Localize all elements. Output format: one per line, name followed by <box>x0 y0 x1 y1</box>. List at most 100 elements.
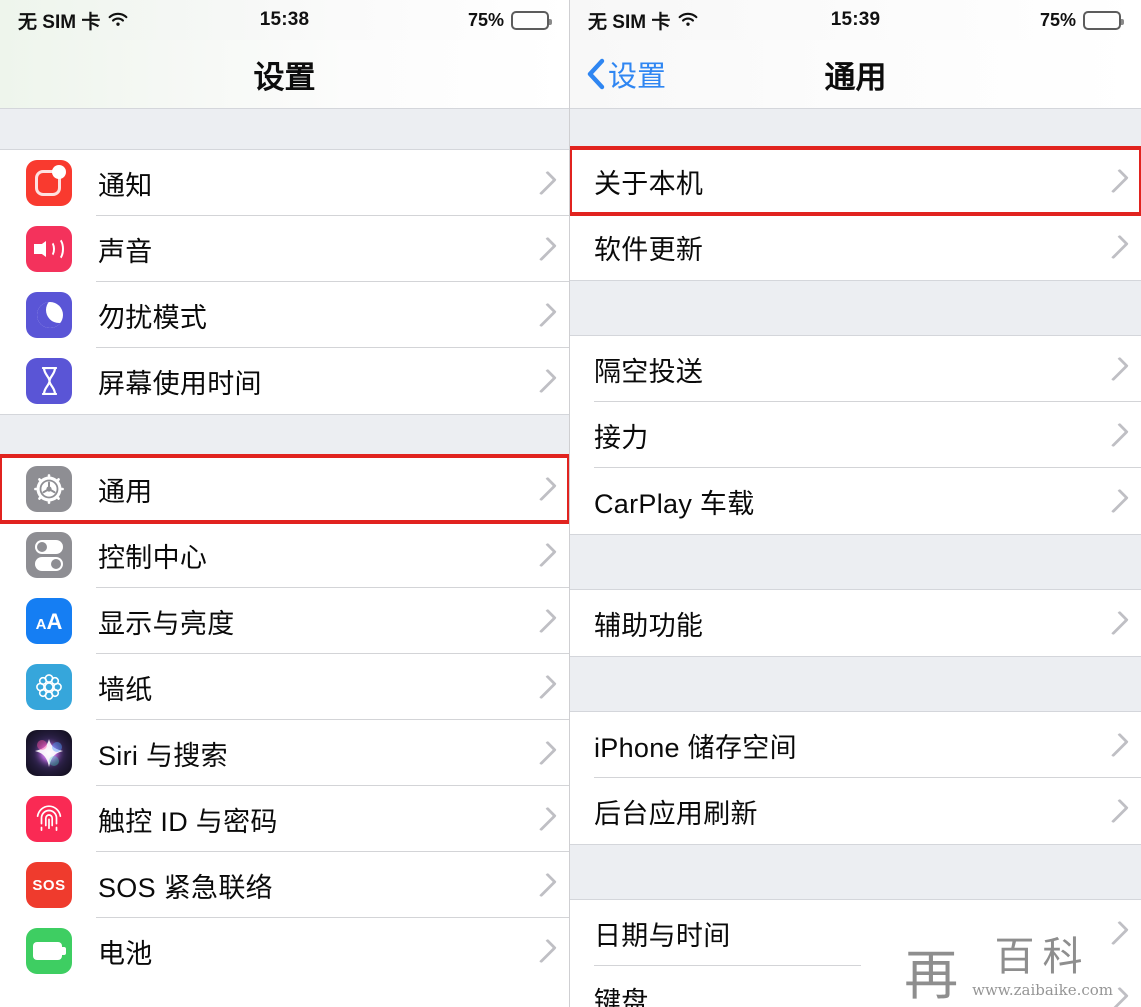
status-bar-right-group: 75% <box>467 9 552 31</box>
chevron-right-icon <box>1104 732 1129 758</box>
sidebar-item-wallpaper[interactable]: 墙纸 <box>0 654 569 720</box>
sidebar-item-siri-search[interactable]: Siri 与搜索 <box>0 720 569 786</box>
row-label: 墙纸 <box>98 674 153 705</box>
row-label: 通知 <box>98 170 153 201</box>
row-label: 声音 <box>98 236 153 267</box>
general-screen: 无 SIM 卡 15:39 75% 设置 通用 关于本机 软件更新 隔空投送 接… <box>570 0 1141 1007</box>
chevron-right-icon <box>532 674 557 700</box>
sidebar-item-control-center[interactable]: 控制中心 <box>0 522 569 588</box>
nav-bar-right: 设置 通用 <box>570 40 1141 108</box>
settings-group-2: 通用 控制中心 AA 显示与亮度 墙纸 Siri 与搜索 触控 ID 与密码 S… <box>0 454 569 984</box>
battery-icon <box>1083 10 1124 30</box>
general-group-5: 日期与时间 键盘 <box>570 900 1141 1007</box>
row-label: 屏幕使用时间 <box>98 368 262 399</box>
list-item-software-update[interactable]: 软件更新 <box>570 214 1141 280</box>
group-gap <box>0 108 569 150</box>
chevron-right-icon <box>532 236 557 262</box>
row-label: 日期与时间 <box>594 920 731 951</box>
chevron-right-icon <box>532 872 557 898</box>
control-center-icon <box>26 532 72 578</box>
battery-percent-label: 75% <box>467 9 504 30</box>
row-label: SOS 紧急联络 <box>98 872 273 903</box>
sidebar-item-general[interactable]: 通用 <box>0 454 569 524</box>
general-group-1: 关于本机 软件更新 <box>570 146 1141 280</box>
chevron-right-icon <box>532 368 557 394</box>
battery-icon <box>511 10 552 30</box>
chevron-right-icon <box>532 542 557 568</box>
sidebar-item-do-not-disturb[interactable]: 勿扰模式 <box>0 282 569 348</box>
group-gap <box>570 280 1141 336</box>
row-label: iPhone 储存空间 <box>594 732 797 763</box>
sidebar-item-sos[interactable]: SOS SOS 紧急联络 <box>0 852 569 918</box>
row-label: 勿扰模式 <box>98 302 208 333</box>
group-gap <box>570 656 1141 712</box>
nav-bar-left: 设置 <box>0 40 569 108</box>
group-gap <box>570 844 1141 900</box>
wallpaper-icon <box>26 664 72 710</box>
battery-app-icon <box>26 928 72 974</box>
chevron-right-icon <box>532 938 557 964</box>
row-label: 隔空投送 <box>594 356 704 387</box>
sidebar-item-battery[interactable]: 电池 <box>0 918 569 984</box>
battery-percent-label: 75% <box>1039 9 1076 30</box>
row-label: 关于本机 <box>594 168 704 199</box>
sidebar-item-display-brightness[interactable]: AA 显示与亮度 <box>0 588 569 654</box>
sos-icon: SOS <box>26 862 72 908</box>
row-label: CarPlay 车载 <box>594 488 755 519</box>
general-group-3: 辅助功能 <box>570 590 1141 656</box>
row-label: Siri 与搜索 <box>98 740 228 771</box>
general-group-4: iPhone 储存空间 后台应用刷新 <box>570 712 1141 844</box>
sidebar-item-screen-time[interactable]: 屏幕使用时间 <box>0 348 569 414</box>
row-label: 显示与亮度 <box>98 608 235 639</box>
status-bar-right-group: 75% <box>1039 9 1124 31</box>
sidebar-item-sounds[interactable]: 声音 <box>0 216 569 282</box>
back-button[interactable]: 设置 <box>586 53 666 95</box>
row-label: 触控 ID 与密码 <box>98 806 278 837</box>
list-item-keyboard[interactable]: 键盘 <box>570 966 1141 1007</box>
status-bar-right: 无 SIM 卡 15:39 75% <box>570 0 1141 40</box>
general-group-2: 隔空投送 接力 CarPlay 车载 <box>570 336 1141 534</box>
row-label: 软件更新 <box>594 234 704 265</box>
do-not-disturb-icon <box>26 292 72 338</box>
chevron-left-icon <box>587 58 605 90</box>
sounds-icon <box>26 226 72 272</box>
row-label: 键盘 <box>594 986 649 1007</box>
list-item-background-app-refresh[interactable]: 后台应用刷新 <box>570 778 1141 844</box>
sidebar-item-touch-id-passcode[interactable]: 触控 ID 与密码 <box>0 786 569 852</box>
row-label: 辅助功能 <box>594 610 704 641</box>
list-item-about[interactable]: 关于本机 <box>570 146 1141 216</box>
row-label: 通用 <box>98 476 153 507</box>
chevron-right-icon <box>532 806 557 832</box>
list-item-accessibility[interactable]: 辅助功能 <box>570 590 1141 656</box>
sidebar-item-notifications[interactable]: 通知 <box>0 150 569 216</box>
chevron-right-icon <box>1104 798 1129 824</box>
chevron-right-icon <box>532 476 557 502</box>
chevron-right-icon <box>1104 920 1129 946</box>
display-brightness-icon: AA <box>26 598 72 644</box>
list-item-iphone-storage[interactable]: iPhone 储存空间 <box>570 712 1141 778</box>
general-gear-icon <box>26 466 72 512</box>
chevron-right-icon <box>532 740 557 766</box>
row-label: 电池 <box>98 938 153 969</box>
chevron-right-icon <box>1104 356 1129 382</box>
group-gap <box>570 534 1141 590</box>
chevron-right-icon <box>1104 488 1129 514</box>
back-button-label: 设置 <box>608 61 667 93</box>
chevron-right-icon <box>532 302 557 328</box>
list-item-airdrop[interactable]: 隔空投送 <box>570 336 1141 402</box>
page-title: 设置 <box>253 59 316 95</box>
status-bar-left: 无 SIM 卡 15:38 75% <box>0 0 569 40</box>
group-gap <box>0 414 569 456</box>
notifications-icon <box>26 160 72 206</box>
chevron-right-icon <box>1104 168 1129 194</box>
row-label: 接力 <box>594 422 649 453</box>
list-item-handoff[interactable]: 接力 <box>570 402 1141 468</box>
row-label: 后台应用刷新 <box>594 798 758 829</box>
chevron-right-icon <box>1104 986 1129 1007</box>
list-item-date-time[interactable]: 日期与时间 <box>570 900 1141 966</box>
row-label: 控制中心 <box>98 542 208 573</box>
dual-screenshot-container: 无 SIM 卡 15:38 75% 设置 通知 声音 勿扰模式 屏幕使用时间 通… <box>0 0 1141 1007</box>
chevron-right-icon <box>1104 610 1129 636</box>
list-item-carplay[interactable]: CarPlay 车载 <box>570 468 1141 534</box>
chevron-right-icon <box>532 170 557 196</box>
